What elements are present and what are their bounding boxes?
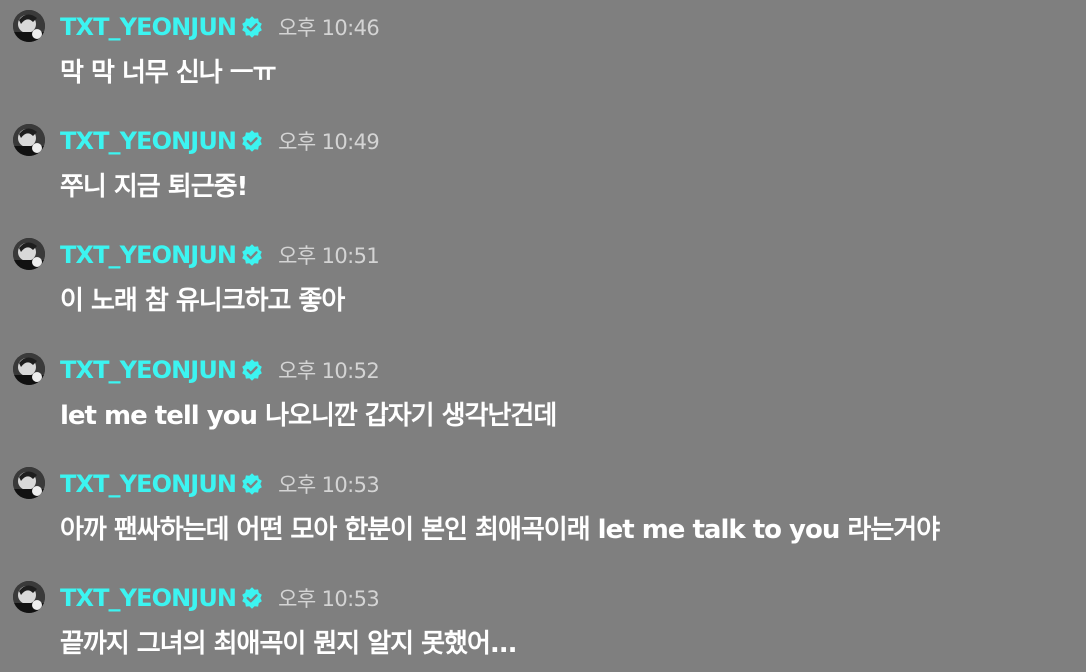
username[interactable]: TXT_YEONJUN <box>60 470 237 498</box>
message-text: 끝까지 그녀의 최애곡이 뭔지 알지 못했어... <box>60 629 518 659</box>
verified-badge-icon <box>241 359 263 381</box>
message-text: let me tell you 나오니깐 갑자기 생각난건데 <box>60 401 557 431</box>
chat-feed: TXT_YEONJUN 오후 10:46 막 막 너무 신나 ㅡㅠ TXT_YE… <box>0 0 1086 672</box>
post-header: TXT_YEONJUN 오후 10:53 <box>60 582 380 614</box>
avatar[interactable] <box>13 467 45 499</box>
avatar[interactable] <box>13 10 45 42</box>
timestamp: 오후 10:51 <box>278 244 380 268</box>
chat-post: TXT_YEONJUN 오후 10:46 막 막 너무 신나 ㅡㅠ <box>0 0 1086 100</box>
post-header: TXT_YEONJUN 오후 10:53 <box>60 468 380 500</box>
username[interactable]: TXT_YEONJUN <box>60 13 237 41</box>
username[interactable]: TXT_YEONJUN <box>60 356 237 384</box>
avatar[interactable] <box>13 353 45 385</box>
verified-badge-icon <box>241 244 263 266</box>
post-header: TXT_YEONJUN 오후 10:52 <box>60 354 380 386</box>
username[interactable]: TXT_YEONJUN <box>60 584 237 612</box>
chat-post: TXT_YEONJUN 오후 10:49 쭈니 지금 퇴근중! <box>0 114 1086 214</box>
chat-post: TXT_YEONJUN 오후 10:53 아까 팬싸하는데 어떤 모아 한분이 … <box>0 457 1086 557</box>
timestamp: 오후 10:53 <box>278 473 380 497</box>
username[interactable]: TXT_YEONJUN <box>60 241 237 269</box>
avatar[interactable] <box>13 124 45 156</box>
message-text: 아까 팬싸하는데 어떤 모아 한분이 본인 최애곡이래 let me talk … <box>60 515 940 545</box>
message-text: 막 막 너무 신나 ㅡㅠ <box>60 58 277 88</box>
post-header: TXT_YEONJUN 오후 10:51 <box>60 239 380 271</box>
timestamp: 오후 10:52 <box>278 359 380 383</box>
username[interactable]: TXT_YEONJUN <box>60 127 237 155</box>
post-header: TXT_YEONJUN 오후 10:49 <box>60 125 380 157</box>
post-header: TXT_YEONJUN 오후 10:46 <box>60 11 380 43</box>
avatar[interactable] <box>13 581 45 613</box>
chat-post: TXT_YEONJUN 오후 10:52 let me tell you 나오니… <box>0 343 1086 443</box>
chat-post: TXT_YEONJUN 오후 10:51 이 노래 참 유니크하고 좋아 <box>0 228 1086 328</box>
timestamp: 오후 10:49 <box>278 130 380 154</box>
verified-badge-icon <box>241 16 263 38</box>
timestamp: 오후 10:53 <box>278 587 380 611</box>
verified-badge-icon <box>241 587 263 609</box>
timestamp: 오후 10:46 <box>278 16 380 40</box>
message-text: 쭈니 지금 퇴근중! <box>60 172 248 202</box>
chat-post: TXT_YEONJUN 오후 10:53 끝까지 그녀의 최애곡이 뭔지 알지 … <box>0 571 1086 671</box>
message-text: 이 노래 참 유니크하고 좋아 <box>60 286 345 316</box>
avatar[interactable] <box>13 238 45 270</box>
verified-badge-icon <box>241 130 263 152</box>
verified-badge-icon <box>241 473 263 495</box>
